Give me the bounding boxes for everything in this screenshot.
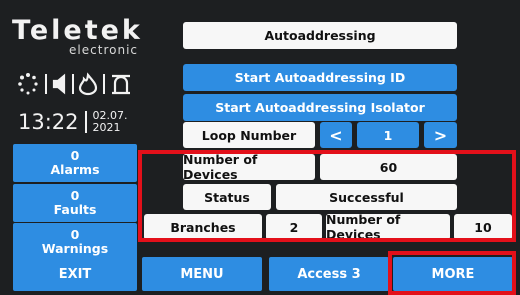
status-icons (18, 72, 138, 96)
alarms-label: Alarms (50, 162, 100, 177)
loop-next-button[interactable]: > (424, 122, 457, 148)
start-autoaddressing-isolator-button[interactable]: Start Autoaddressing Isolator (183, 94, 457, 121)
page-title: Autoaddressing (183, 22, 457, 49)
loop-number-label: Loop Number (183, 122, 315, 148)
time: 13:22 (18, 110, 79, 134)
speaker-icon (52, 73, 66, 95)
warnings-button[interactable]: 0 Warnings (13, 223, 137, 261)
teletek-logo: Teletek electronic (12, 15, 144, 58)
warnings-label: Warnings (41, 241, 109, 256)
loop-number-value: 1 (357, 122, 419, 148)
faults-count: 0 (70, 188, 80, 203)
date-year: 2021 (92, 121, 121, 134)
more-highlight-frame (388, 251, 516, 295)
date-separator (84, 111, 87, 133)
fire-icon (78, 72, 98, 96)
logo-subtitle: electronic (69, 43, 138, 57)
info-highlight-frame (138, 150, 516, 242)
faults-button[interactable]: 0 Faults (13, 184, 137, 222)
loading-icon (18, 73, 38, 95)
alarms-button[interactable]: 0 Alarms (13, 144, 137, 182)
logo-wordmark: Teletek (12, 15, 143, 46)
siren-icon (112, 74, 130, 95)
exit-button[interactable]: EXIT (13, 257, 137, 291)
panel-screen: Teletek electronic 13:22 02.07. 2021 0 A… (0, 0, 520, 295)
clock: 13:22 02.07. 2021 (18, 108, 128, 136)
start-autoaddressing-id-button[interactable]: Start Autoaddressing ID (183, 64, 457, 91)
menu-button[interactable]: MENU (142, 257, 262, 291)
warnings-count: 0 (70, 227, 80, 242)
date: 02.07. 2021 (93, 110, 128, 134)
access-level-button[interactable]: Access 3 (269, 257, 389, 291)
faults-label: Faults (53, 202, 97, 217)
alarms-count: 0 (70, 148, 80, 163)
loop-previous-button[interactable]: < (320, 122, 352, 148)
